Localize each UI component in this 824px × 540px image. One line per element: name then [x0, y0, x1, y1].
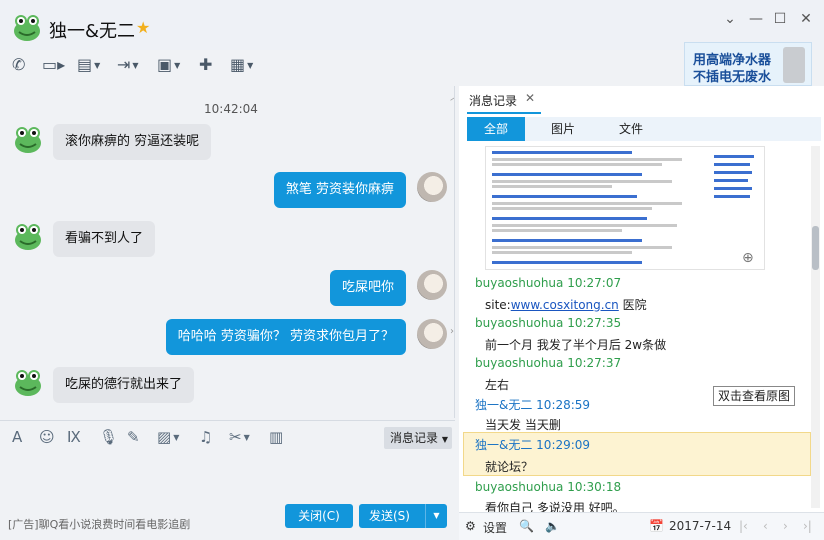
message-bubble[interactable]: 煞笔 劳资装你麻痹 — [273, 172, 406, 208]
history-text-suffix: 医院 — [618, 298, 647, 312]
music-icon[interactable]: ♫ — [199, 428, 212, 446]
history-panel: 消息记录 ✕ 全部 图片 文件 ⊕ buyaoshuohua 10:27:07 … — [459, 86, 824, 540]
prev-page-icon[interactable]: ‹ — [763, 519, 768, 533]
image-icon[interactable]: ▨ ▼ — [157, 428, 179, 446]
filter-tab-all[interactable]: 全部 — [467, 117, 525, 141]
chat-toolbar: ✆ ▭▸ ▤ ▼ ⇥ ▼ ▣ ▼ ✚ ▦ ▼ — [0, 50, 460, 84]
frog-avatar-icon[interactable] — [12, 367, 44, 397]
tab-underline — [467, 112, 541, 114]
minimize-icon[interactable]: — — [746, 10, 766, 28]
search-icon[interactable]: 🔍 — [519, 519, 534, 533]
history-filter-tabs: 全部 图片 文件 — [467, 117, 821, 141]
first-page-icon[interactable]: |‹ — [739, 519, 748, 533]
history-sender: buyaoshuohua 10:27:07 — [475, 276, 622, 290]
history-sender: buyaoshuohua 10:27:37 — [475, 356, 622, 370]
file-transfer-icon[interactable]: ⇥ ▼ — [117, 54, 139, 76]
history-footer: ⚙ 设置 🔍 🔈 📅 2017-7-14 |‹ ‹ › ›| — [459, 512, 824, 540]
user-avatar[interactable] — [417, 172, 447, 202]
gif-icon[interactable]: Ⅸ — [67, 428, 81, 446]
font-icon[interactable]: A — [12, 428, 22, 446]
history-sender: buyaoshuohua 10:27:35 — [475, 316, 622, 330]
send-button[interactable]: 发送(S) ▼ — [359, 504, 447, 528]
red-packet-icon[interactable]: ▥ — [269, 428, 283, 446]
frog-avatar-icon[interactable] — [12, 12, 42, 42]
message-time: 10:42:04 — [204, 102, 258, 116]
maximize-icon[interactable]: ☐ — [770, 10, 790, 28]
history-button-label: 消息记录 — [390, 431, 439, 445]
ad-text-link[interactable]: [广告]聊Q看小说浪费时间看电影追剧 — [8, 516, 190, 532]
settings-icon[interactable]: ⚙ — [465, 519, 476, 533]
send-options-icon[interactable]: ▼ — [425, 504, 447, 528]
user-avatar[interactable] — [417, 270, 447, 300]
history-sender: 独一&无二 10:29:09 — [475, 438, 591, 452]
speaker-icon[interactable]: 🔈 — [545, 519, 560, 533]
tab-history[interactable]: 消息记录 — [469, 92, 517, 109]
history-scrollbar[interactable] — [811, 146, 820, 508]
vip-star-icon: ★ — [136, 18, 151, 37]
video-icon[interactable]: ▭▸ — [42, 54, 65, 76]
view-original-tooltip: 双击查看原图 — [713, 386, 796, 406]
ad-banner[interactable]: 用高端净水器 不插电无废水 — [684, 42, 812, 86]
settings-label[interactable]: 设置 — [483, 519, 507, 536]
filter-tab-images[interactable]: 图片 — [533, 117, 593, 141]
screen-share-icon[interactable]: ▤ ▼ — [77, 54, 100, 76]
close-icon[interactable]: ✕ — [796, 10, 816, 28]
zoom-in-icon[interactable]: ⊕ — [742, 250, 754, 266]
message-input[interactable] — [0, 454, 455, 506]
frog-avatar-icon[interactable] — [12, 124, 44, 154]
phone-icon[interactable]: ✆ — [12, 54, 25, 76]
close-button[interactable]: 关闭(C) — [285, 504, 353, 528]
scroll-thumb[interactable] — [812, 226, 819, 270]
history-message: 前一个月 我发了半个月后 2w条做 — [485, 338, 667, 352]
calendar-icon[interactable]: 📅 — [649, 519, 664, 533]
message-bubble[interactable]: 滚你麻痹的 穷逼还装呢 — [53, 124, 212, 160]
collapse-side-icon[interactable]: › — [450, 326, 454, 337]
chat-add-icon[interactable]: ✚ — [199, 54, 212, 76]
filter-tab-files[interactable]: 文件 — [601, 117, 661, 141]
collapse-up-icon[interactable]: ︿ — [450, 88, 454, 103]
message-bubble[interactable]: 哈哈哈 劳资骗你？ 劳资求你包月了？ — [165, 319, 406, 355]
history-date: 2017-7-14 — [669, 519, 732, 533]
history-message: 左右 — [485, 378, 510, 392]
message-bubble[interactable]: 吃屎的德行就出来了 — [53, 367, 195, 403]
ad-line-2: 不插电无废水 — [693, 70, 772, 85]
scissors-icon[interactable]: ✂ ▼ — [229, 428, 250, 446]
pen-icon[interactable]: ✎ — [127, 428, 140, 446]
history-message: 当天发 当天删 — [485, 418, 561, 432]
frog-avatar-icon[interactable] — [12, 221, 44, 251]
chat-messages[interactable]: 10:42:04 滚你麻痹的 穷逼还装呢 煞笔 劳资装你麻痹 看骗不到人了 吃屎… — [0, 86, 455, 418]
history-link[interactable]: www.cosxitong.cn — [511, 298, 619, 312]
history-sender: buyaoshuohua 10:30:18 — [475, 480, 622, 494]
history-text-prefix: site: — [485, 298, 511, 312]
apps-icon[interactable]: ▦ ▼ — [230, 54, 253, 76]
history-message: 就论坛？ — [485, 460, 534, 474]
remote-desktop-icon[interactable]: ▣ ▼ — [157, 54, 180, 76]
emoji-icon[interactable]: ☺ — [39, 428, 55, 446]
dropdown-icon[interactable]: ⌄ — [720, 10, 740, 28]
input-toolbar: A ☺ Ⅸ 🎙 ✎ ▨ ▼ ♫ ✂ ▼ ▥ 消息记录 ▼ — [0, 420, 455, 454]
contact-name: 独一&无二 — [49, 21, 136, 42]
image-thumbnail[interactable] — [485, 146, 765, 270]
close-icon[interactable]: ✕ — [525, 91, 535, 105]
history-button[interactable]: 消息记录 ▼ — [384, 427, 452, 449]
user-avatar[interactable] — [417, 319, 447, 349]
send-button-label: 发送(S) — [369, 509, 410, 523]
water-purifier-icon — [783, 47, 805, 83]
history-message: site:www.cosxitong.cn 医院 — [485, 296, 647, 313]
history-sender: 独一&无二 10:28:59 — [475, 398, 591, 412]
message-bubble[interactable]: 看骗不到人了 — [53, 221, 156, 257]
last-page-icon[interactable]: ›| — [803, 519, 812, 533]
voice-icon[interactable]: 🎙 — [99, 428, 118, 446]
next-page-icon[interactable]: › — [783, 519, 788, 533]
message-bubble[interactable]: 吃屎吧你 — [329, 270, 406, 306]
